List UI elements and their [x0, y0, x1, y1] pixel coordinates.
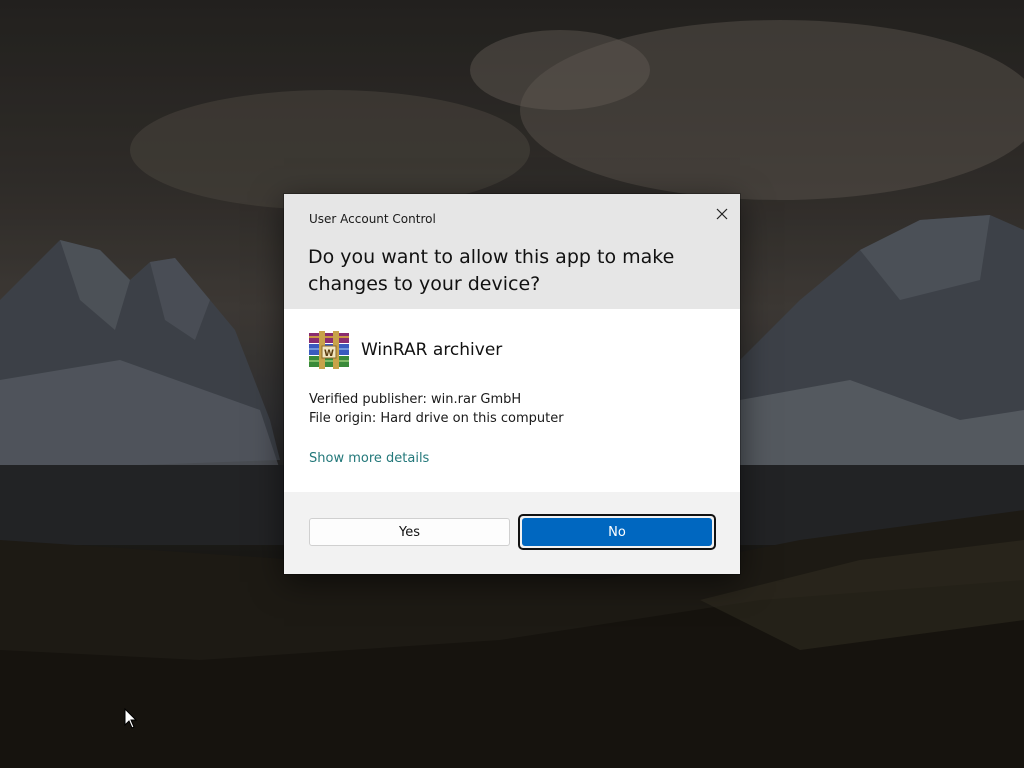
show-more-details-link[interactable]: Show more details — [309, 451, 429, 466]
no-button-focus-ring: No — [518, 514, 716, 550]
uac-header: User Account Control Do you want to allo… — [284, 194, 740, 309]
uac-footer: Yes No — [284, 492, 740, 574]
publisher-text: Verified publisher: win.rar GmbH — [309, 392, 522, 407]
yes-button[interactable]: Yes — [309, 518, 510, 546]
svg-text:W: W — [324, 349, 334, 359]
mouse-cursor-icon — [124, 708, 138, 729]
app-info-row: W WinRAR archiver — [309, 330, 502, 370]
desktop-background: User Account Control Do you want to allo… — [0, 0, 1024, 768]
app-details: Verified publisher: win.rar GmbH File or… — [309, 390, 564, 428]
dialog-title: User Account Control — [309, 212, 436, 226]
close-button[interactable] — [708, 200, 736, 228]
uac-dialog: User Account Control Do you want to allo… — [284, 194, 740, 574]
winrar-icon: W — [309, 331, 349, 369]
dialog-question: Do you want to allow this app to make ch… — [308, 246, 675, 295]
close-icon — [716, 208, 728, 220]
app-name: WinRAR archiver — [361, 340, 503, 360]
no-button[interactable]: No — [522, 518, 712, 546]
origin-text: File origin: Hard drive on this computer — [309, 411, 564, 426]
